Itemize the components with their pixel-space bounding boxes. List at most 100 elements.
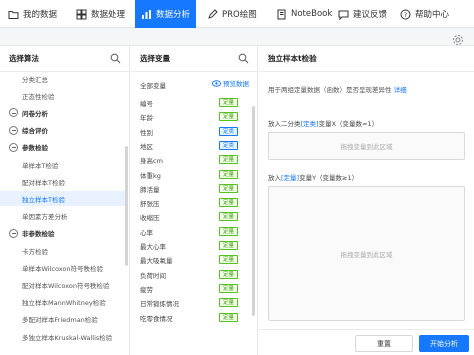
variable-item[interactable]: 负荷时间 定量 — [131, 268, 257, 282]
y-label-type: [定量] — [281, 174, 300, 182]
variable-item[interactable]: 地区 定类 — [131, 139, 257, 153]
all-variables-label: 全部变量 — [140, 82, 166, 90]
tree-row-label: 单因素方差分析 — [22, 213, 68, 222]
folder-icon — [8, 9, 19, 20]
variable-panel-header: 选择变量 — [131, 46, 257, 72]
x-variable-dropzone[interactable]: 拖拽变量到此区域 — [268, 132, 465, 160]
variable-type-tag: 定量 — [219, 241, 239, 250]
variable-name: 性别 — [140, 128, 153, 137]
variable-item[interactable]: 身高cm 定量 — [131, 153, 257, 167]
start-analysis-button[interactable]: 开始分析 — [419, 335, 469, 352]
tree-item[interactable]: 单样本T检验 — [0, 157, 125, 172]
tree-item[interactable]: 分类汇总 — [0, 71, 125, 86]
tree-row-label: 单样本Wilcoxon符号秩检验 — [22, 264, 103, 273]
variable-name: 负荷时间 — [140, 271, 166, 280]
variable-type-tag: 定量 — [219, 283, 239, 293]
nav-label: 数据处理 — [91, 10, 126, 20]
variable-item[interactable]: 性别 定类 — [131, 125, 257, 139]
tree-category[interactable]: 参数检验 — [0, 140, 125, 155]
algorithm-panel: 选择算法 分类汇总正态性检验问卷分析综合评价参数检验单样本T检验配对样本T检验独… — [0, 46, 130, 355]
tree-row-label: 卡方检验 — [22, 247, 48, 256]
tree-row-label: 单样本T检验 — [22, 161, 59, 170]
scrollbar[interactable] — [252, 106, 255, 316]
nav-help[interactable]: ? 帮助中心 — [400, 0, 449, 28]
method-description: 用于两组定量数据（函数）是否呈现差异性 详细 — [268, 84, 407, 94]
tree-category[interactable]: 综合评价 — [0, 123, 125, 138]
variable-item[interactable]: 编号 定量 — [131, 96, 257, 110]
variable-type-tag: 定量 — [219, 226, 239, 236]
tree-item[interactable]: 多独立样本Kruskal-Wallis检验 — [0, 329, 125, 344]
tree-item[interactable]: 正态性检验 — [0, 88, 125, 103]
notebook-icon — [276, 9, 287, 20]
variable-name: 编号 — [140, 100, 153, 108]
variable-item[interactable]: 最大心率 定量 — [131, 239, 257, 253]
variable-name: 身高cm — [140, 157, 163, 166]
variable-item[interactable]: 体重kg 定量 — [131, 168, 257, 182]
variable-type-tag: 定量 — [219, 98, 239, 107]
tree-row-label: 参数检验 — [22, 144, 48, 153]
nav-label: PRO绘图 — [222, 10, 257, 20]
y-variable-dropzone[interactable]: 拖拽变量到此区域 — [268, 186, 465, 321]
variable-type-tag: 定量 — [219, 269, 239, 279]
detail-link[interactable]: 详细 — [394, 86, 407, 94]
tree-item[interactable]: 配对样本T检验 — [0, 174, 125, 189]
nav-feedback[interactable]: 建议反馈 — [338, 0, 387, 28]
tree-item[interactable]: 独立样本T检验 — [0, 191, 125, 207]
gear-icon[interactable] — [452, 31, 464, 45]
draw-icon — [207, 8, 218, 20]
variable-item[interactable]: 心率 定量 — [131, 225, 257, 239]
variable-type-tag: 定量 — [219, 169, 239, 179]
nav-data-processing[interactable]: 数据处理 — [76, 0, 125, 28]
variable-type-tag: 定量 — [219, 255, 239, 265]
variable-type-tag: 定量 — [219, 155, 239, 165]
variable-type-tag: 定量 — [219, 212, 239, 222]
config-panel: 独立样本t检验 用于两组定量数据（函数）是否呈现差异性 详细 放入二分类[定类]… — [259, 46, 474, 355]
nav-my-data[interactable]: 我的数据 — [8, 0, 57, 28]
tree-category[interactable]: 问卷分析 — [0, 105, 125, 120]
nav-notebook[interactable]: NoteBook — [276, 0, 332, 28]
algorithm-tree: 分类汇总正态性检验问卷分析综合评价参数检验单样本T检验配对样本T检验 独立样本T检… — [0, 73, 129, 355]
y-label-prefix: 放入 — [268, 174, 281, 182]
variable-type-tag: 定类 — [219, 140, 239, 150]
x-label-type: [定类] — [300, 120, 319, 128]
tree-item[interactable]: 卡方检验 — [0, 243, 125, 258]
algorithm-panel-title: 选择算法 — [9, 54, 39, 63]
variable-item[interactable]: 收缩压 定量 — [131, 210, 257, 224]
preview-data-link[interactable]: 预览数据 — [212, 78, 249, 88]
nav-label: 建议反馈 — [353, 10, 388, 20]
scrollbar[interactable] — [125, 146, 128, 266]
variable-item[interactable]: 日常锻炼情况 定量 — [131, 296, 257, 310]
tree-item[interactable]: 单因素方差分析 — [0, 209, 125, 224]
variable-panel: 选择变量 全部变量 预览数据 编号 定量 年龄 定量 性别 定类 地区 定类 身高cm 定量 体重k… — [131, 46, 258, 355]
tree-category[interactable]: 非参数检验 — [0, 226, 125, 241]
tree-item[interactable]: 单样本Wilcoxon符号秩检验 — [0, 260, 125, 275]
tree-row-label: 分类汇总 — [22, 75, 48, 84]
tree-item[interactable]: 独立样本MannWhitney检验 — [0, 295, 125, 310]
variable-item[interactable]: 舒张压 定量 — [131, 196, 257, 210]
action-footer: 重置 开始分析 — [259, 329, 474, 355]
variable-item[interactable]: 疲劳 定量 — [131, 282, 257, 296]
tree-item[interactable]: 配对样本Wilcoxon符号秩检验 — [0, 277, 125, 292]
sub-toolbar — [0, 28, 474, 46]
variable-name: 疲劳 — [140, 285, 153, 294]
variable-name: 收缩压 — [140, 214, 160, 223]
nav-label: 数据分析 — [156, 10, 191, 20]
variable-name: 最大心率 — [140, 243, 166, 251]
search-icon[interactable] — [110, 53, 121, 64]
reset-button[interactable]: 重置 — [355, 335, 413, 352]
variable-item[interactable]: 肺活量 定量 — [131, 182, 257, 196]
nav-data-analysis[interactable]: 数据分析 — [135, 0, 197, 28]
collapse-icon — [9, 108, 18, 118]
collapse-icon — [9, 142, 18, 152]
search-icon[interactable] — [238, 53, 249, 64]
variable-item[interactable]: 最大吸氧量 定量 — [131, 253, 257, 267]
variable-name: 吃零食情况 — [140, 314, 173, 323]
variable-item[interactable]: 吃零食情况 定量 — [131, 311, 257, 325]
nav-pro-draw[interactable]: PRO绘图 — [207, 0, 257, 28]
variable-name: 年龄 — [140, 114, 153, 123]
variable-type-tag: 定量 — [219, 198, 239, 208]
tree-row-label: 配对样本Wilcoxon符号秩检验 — [22, 281, 110, 290]
variable-item[interactable]: 年龄 定量 — [131, 110, 257, 124]
eye-icon — [212, 79, 221, 87]
tree-item[interactable]: 多配对样本Friedman检验 — [0, 312, 125, 327]
